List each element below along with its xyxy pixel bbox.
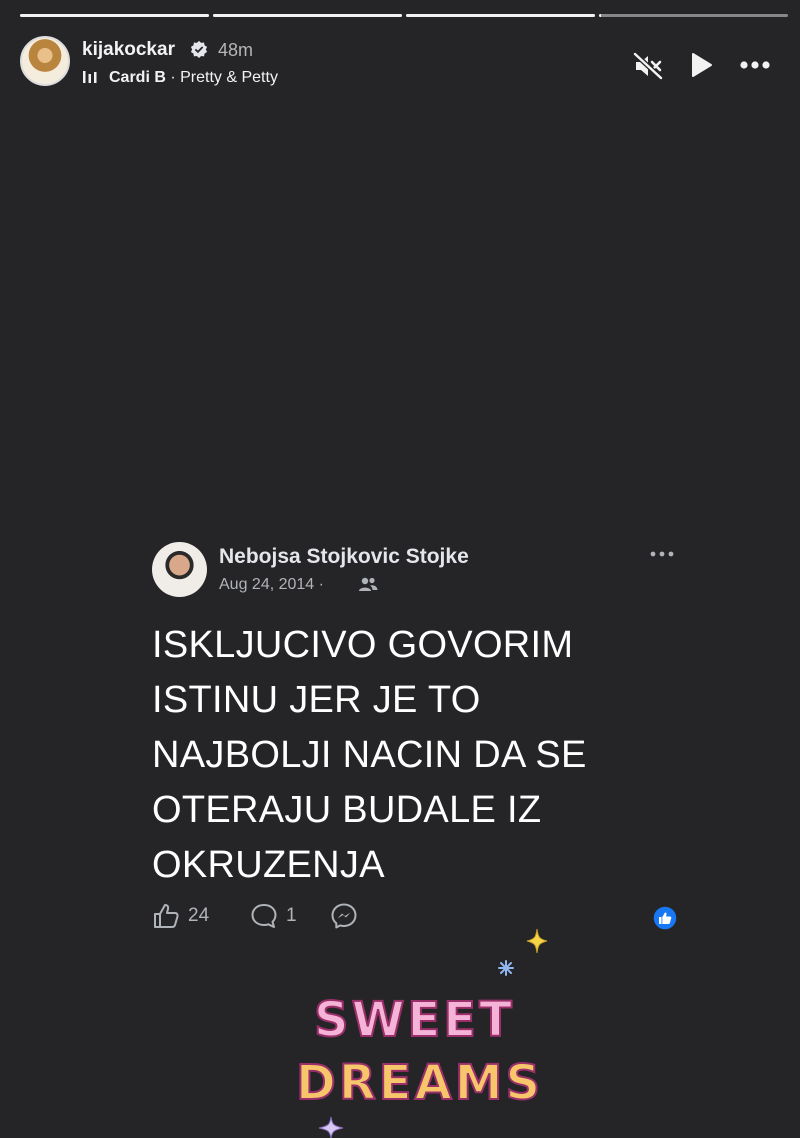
progress-fill [20, 14, 209, 17]
progress-segment [20, 14, 209, 17]
speaker-muted-icon [633, 52, 663, 80]
story-header: kijakockar 48m Cardi B · Pretty & Petty [20, 36, 780, 96]
story-time: 48m [218, 40, 254, 60]
post-more-button[interactable] [648, 544, 676, 564]
sparkle-icon [526, 928, 548, 954]
friends-icon [359, 577, 378, 591]
like-button[interactable]: 24 [152, 902, 209, 930]
mute-button[interactable] [632, 50, 664, 82]
progress-fill [213, 14, 402, 17]
comment-icon [251, 904, 277, 928]
progress-segment [599, 14, 788, 17]
ellipsis-icon [740, 61, 770, 69]
story-more-button[interactable] [738, 50, 772, 80]
music-bars-icon [83, 71, 97, 83]
song-artist: Cardi B [109, 69, 166, 86]
post-date: Aug 24, 2014 · [219, 576, 324, 593]
post-text-line: ISTINU JER JE TO [152, 679, 481, 721]
like-count: 24 [188, 905, 210, 926]
story-progress-bars [20, 14, 800, 18]
play-button[interactable] [686, 50, 716, 80]
song-title: Pretty & Petty [180, 69, 278, 86]
story-username[interactable]: kijakockar [82, 39, 175, 61]
post-text: ISKLJUCIVO GOVORIM ISTINU JER JE TO NAJB… [152, 618, 682, 893]
progress-segment [213, 14, 402, 17]
sticker-text-line: DREAMS [295, 1054, 544, 1112]
post-author-name[interactable]: Nebojsa Stojkovic Stojke [219, 545, 469, 569]
post-text-line: OKRUZENJA [152, 844, 385, 886]
verified-badge-icon [190, 40, 208, 58]
progress-segment [406, 14, 595, 17]
star-icon [498, 960, 514, 976]
progress-fill [406, 14, 595, 17]
play-icon [692, 53, 712, 77]
like-reaction-icon [652, 905, 678, 931]
song-info[interactable]: Cardi B · Pretty & Petty [109, 69, 278, 87]
ellipsis-icon [650, 551, 674, 557]
shared-post-card[interactable]: Nebojsa Stojkovic Stojke Aug 24, 2014 · … [135, 530, 695, 950]
post-text-line: NAJBOLJI NACIN DA SE [152, 734, 587, 776]
progress-fill [599, 14, 601, 17]
sweet-dreams-sticker[interactable]: SWEET DREAMS [290, 920, 560, 1138]
story-avatar[interactable] [20, 36, 70, 86]
song-separator: · [165, 69, 181, 86]
post-text-line: ISKLJUCIVO GOVORIM [152, 624, 574, 666]
sparkle-icon [318, 1116, 344, 1138]
thumbs-up-icon [154, 904, 179, 928]
sticker-text-line: SWEET [313, 991, 515, 1049]
post-author-avatar[interactable] [152, 542, 207, 597]
post-text-line: OTERAJU BUDALE IZ [152, 789, 542, 831]
